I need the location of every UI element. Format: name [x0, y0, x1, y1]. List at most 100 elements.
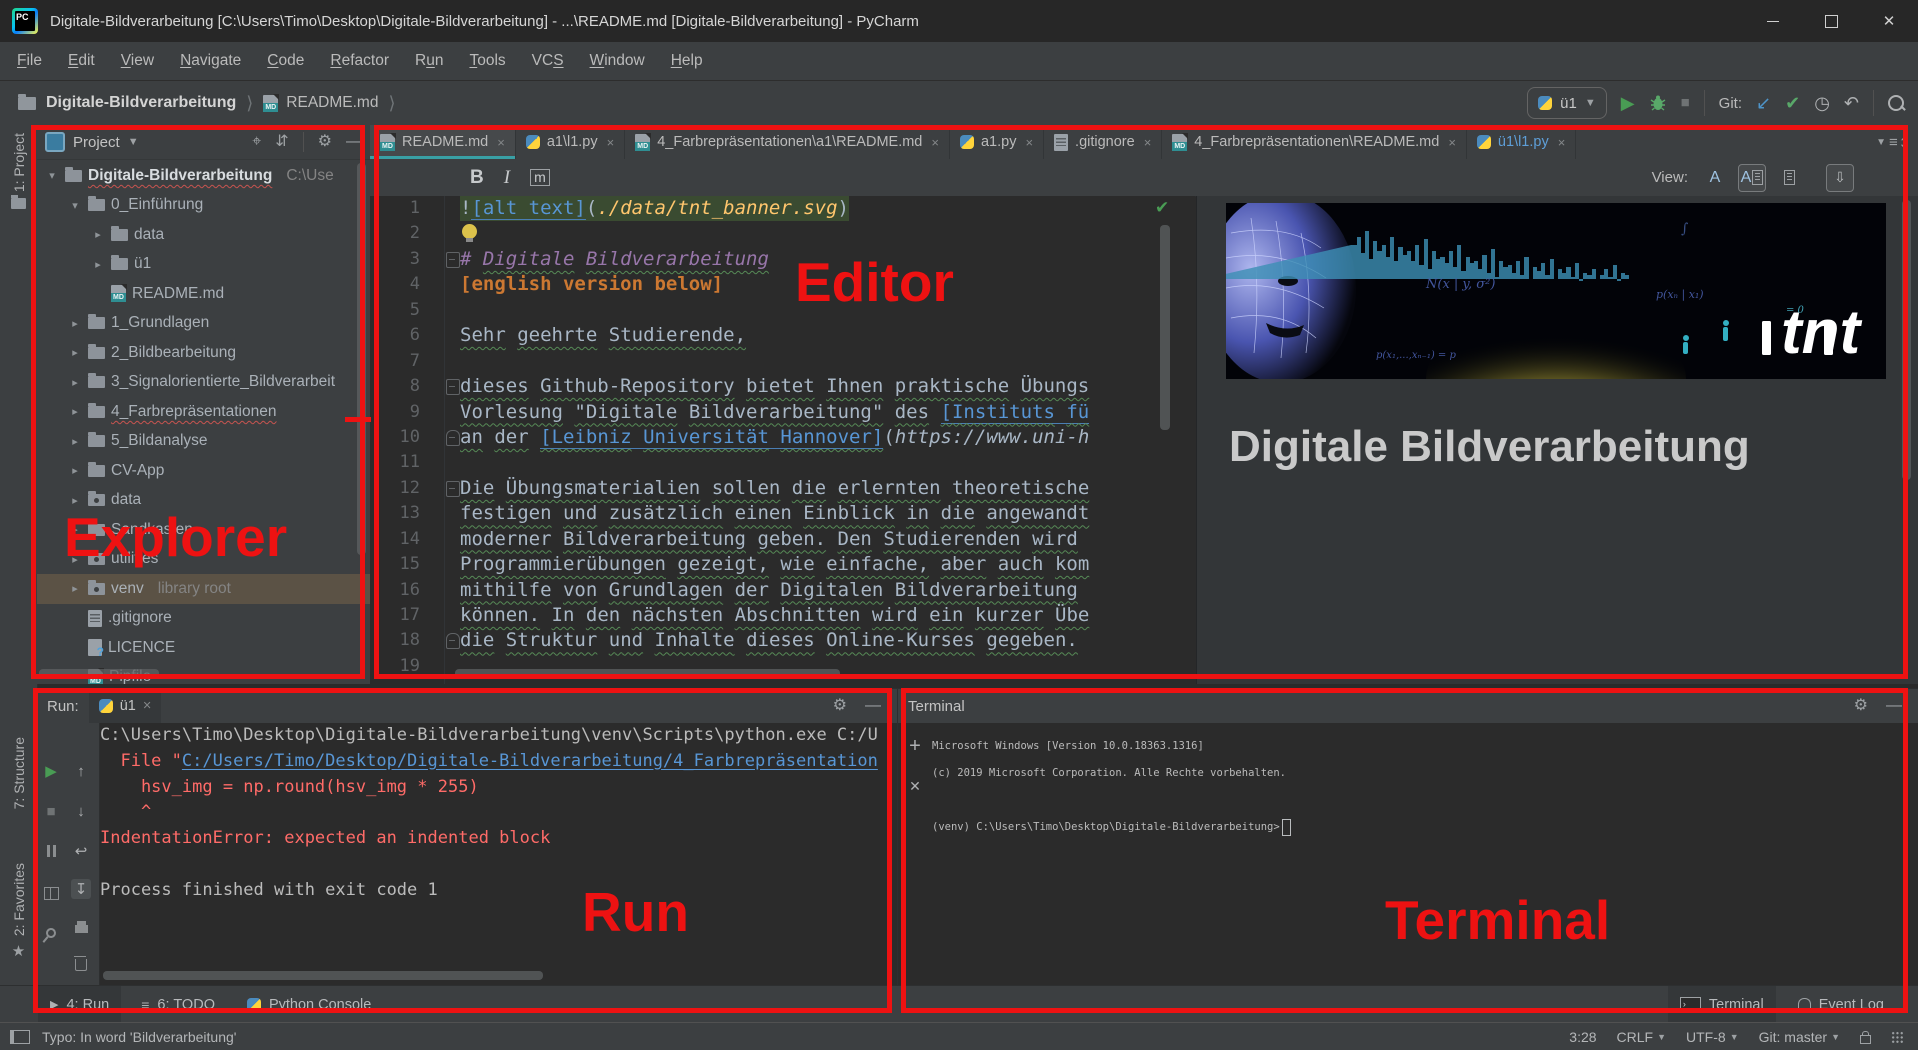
- run-tab[interactable]: ü1 ×: [89, 689, 162, 723]
- tree-arrow-icon[interactable]: ▸: [68, 317, 82, 330]
- tree-arrow-icon[interactable]: ▾: [68, 199, 82, 212]
- menu-file[interactable]: File: [4, 42, 55, 80]
- tree-arrow-icon[interactable]: ▸: [68, 435, 82, 448]
- breadcrumb-file[interactable]: README.md: [286, 94, 378, 112]
- tree-item[interactable]: ▸5_Bildanalyse: [37, 427, 370, 457]
- tree-item[interactable]: ▸1_Grundlagen: [37, 309, 370, 339]
- tree-item[interactable]: ▾Digitale-BildverarbeitungC:\Use: [37, 161, 370, 191]
- stripe-project-button[interactable]: 1: Project: [0, 133, 37, 209]
- close-session-icon[interactable]: ✕: [909, 778, 921, 795]
- editor-tab[interactable]: README.md×: [370, 125, 516, 159]
- tree-item[interactable]: ▸venvlibrary root: [37, 574, 370, 604]
- menu-view[interactable]: View: [108, 42, 167, 80]
- editor-line[interactable]: 8dieses Github-Repository bietet Ihnen p…: [370, 374, 1195, 399]
- tree-arrow-icon[interactable]: ▸: [91, 228, 105, 241]
- clear-console-button[interactable]: [71, 953, 91, 973]
- tree-arrow-icon[interactable]: ▸: [68, 582, 82, 595]
- git-branch-selector[interactable]: Git: master▼: [1759, 1029, 1840, 1045]
- tree-item[interactable]: .gitignore: [37, 604, 370, 634]
- menu-tools[interactable]: Tools: [456, 42, 518, 80]
- close-icon[interactable]: ×: [1558, 135, 1566, 150]
- editor-line[interactable]: 1![alt text](./data/tnt_banner.svg): [370, 196, 1195, 221]
- toolwindow-button-4-run[interactable]: ▶4: Run: [38, 986, 121, 1023]
- tree-arrow-icon[interactable]: ▸: [68, 376, 82, 389]
- editor-line[interactable]: 5: [370, 298, 1195, 323]
- readonly-lock-icon[interactable]: [1860, 1035, 1871, 1044]
- editor-line[interactable]: 18die Struktur und Inhalte dieses Online…: [370, 628, 1195, 653]
- scroll-to-end-button[interactable]: ↧: [71, 879, 91, 899]
- new-session-icon[interactable]: +: [909, 735, 921, 758]
- editor-line[interactable]: 10an der [Leibniz Universität Hannover](…: [370, 425, 1195, 450]
- close-icon[interactable]: ×: [607, 135, 615, 150]
- git-update-icon[interactable]: ↙: [1756, 94, 1771, 112]
- git-history-icon[interactable]: ◷: [1814, 94, 1830, 112]
- tree-item[interactable]: ▾0_Einführung: [37, 191, 370, 221]
- close-icon[interactable]: ×: [1448, 135, 1456, 150]
- editor-line[interactable]: 6Sehr geehrte Studierende,: [370, 323, 1195, 348]
- tree-item[interactable]: ▸Sandkasten: [37, 515, 370, 545]
- pin-tab-button[interactable]: [41, 923, 61, 943]
- git-commit-icon[interactable]: ✔: [1785, 94, 1800, 112]
- locate-file-icon[interactable]: ⌖: [252, 134, 261, 150]
- line-separator-selector[interactable]: CRLF▼: [1617, 1029, 1666, 1045]
- editor-tab[interactable]: a1.py×: [950, 125, 1044, 159]
- hide-panel-icon[interactable]: —: [1886, 698, 1902, 714]
- tree-item[interactable]: ▸utilities: [37, 545, 370, 575]
- menu-vcs[interactable]: VCS: [519, 42, 577, 80]
- menu-window[interactable]: Window: [577, 42, 658, 80]
- stop-button[interactable]: ■: [1681, 94, 1690, 112]
- editor-line[interactable]: 12Die Übungsmaterialien sollen die erler…: [370, 476, 1195, 501]
- stripe-favorites-button[interactable]: 2: Favorites ★: [0, 863, 37, 960]
- italic-button[interactable]: I: [504, 167, 510, 189]
- maximize-button[interactable]: [1802, 0, 1860, 42]
- search-everywhere-icon[interactable]: [1888, 95, 1904, 111]
- editor-vertical-scrollbar[interactable]: [1160, 225, 1170, 430]
- toolwindow-button-6-todo[interactable]: ≡6: TODO: [129, 986, 227, 1023]
- editor-line[interactable]: 9Vorlesung "Digitale Bildverarbeitung" d…: [370, 400, 1195, 425]
- editor-tab[interactable]: ü1\l1.py×: [1467, 125, 1576, 159]
- git-rollback-icon[interactable]: ↶: [1844, 94, 1859, 112]
- tree-item[interactable]: ▸CV-App: [37, 456, 370, 486]
- rerun-button[interactable]: ▶: [41, 761, 61, 781]
- editor-line[interactable]: 16mithilfe von Grundlagen der Digitalen …: [370, 578, 1195, 603]
- down-stack-trace-button[interactable]: ↓: [71, 801, 91, 821]
- breadcrumb-project[interactable]: Digitale-Bildverarbeitung: [46, 94, 236, 112]
- terminal-output[interactable]: Microsoft Windows [Version 10.0.18363.13…: [932, 733, 1291, 841]
- tree-item[interactable]: LICENCE: [37, 633, 370, 663]
- editor-horizontal-scrollbar[interactable]: [455, 669, 840, 678]
- tree-arrow-icon[interactable]: ▸: [68, 523, 82, 536]
- inspections-ok-icon[interactable]: ✔: [1155, 198, 1169, 218]
- editor-tab[interactable]: 4_Farbrepräsentationen\a1\README.md×: [625, 125, 950, 159]
- menu-refactor[interactable]: Refactor: [317, 42, 402, 80]
- tree-arrow-icon[interactable]: ▸: [68, 346, 82, 359]
- tree-arrow-icon[interactable]: ▸: [68, 464, 82, 477]
- gear-icon[interactable]: ⚙: [1854, 698, 1868, 714]
- caret-position[interactable]: 3:28: [1569, 1029, 1596, 1045]
- fold-marker-icon[interactable]: [446, 430, 460, 446]
- editor-line[interactable]: 4[english version below]: [370, 272, 1195, 297]
- tree-item[interactable]: ▸data: [37, 220, 370, 250]
- stripe-structure-button[interactable]: 7: Structure: [0, 737, 37, 809]
- view-editor-only-button[interactable]: A: [1702, 165, 1728, 191]
- tree-item[interactable]: ▸data: [37, 486, 370, 516]
- menu-code[interactable]: Code: [254, 42, 317, 80]
- tree-arrow-icon[interactable]: ▸: [91, 258, 105, 271]
- hide-panel-icon[interactable]: —: [346, 134, 362, 150]
- fold-marker-icon[interactable]: [446, 252, 460, 268]
- soft-wrap-button[interactable]: ↩: [71, 841, 91, 861]
- editor-pane[interactable]: 1![alt text](./data/tnt_banner.svg)23# D…: [370, 196, 1195, 684]
- fold-marker-icon[interactable]: [446, 481, 460, 497]
- intention-bulb-icon[interactable]: [462, 224, 477, 239]
- tree-item[interactable]: ▸ü1: [37, 250, 370, 280]
- view-preview-only-button[interactable]: [1776, 165, 1802, 191]
- editor-line[interactable]: 11: [370, 450, 1195, 475]
- run-configuration-selector[interactable]: ü1 ▼: [1527, 87, 1607, 119]
- editor-line[interactable]: 3# Digitale Bildverarbeitung: [370, 247, 1195, 272]
- pause-output-button[interactable]: [41, 841, 61, 861]
- editor-line[interactable]: 2: [370, 221, 1195, 246]
- editor-tab[interactable]: a1\l1.py×: [516, 125, 625, 159]
- close-button[interactable]: ✕: [1860, 0, 1918, 42]
- editor-line[interactable]: 7: [370, 349, 1195, 374]
- editor-tab[interactable]: .gitignore×: [1044, 125, 1162, 159]
- tree-arrow-icon[interactable]: ▸: [68, 553, 82, 566]
